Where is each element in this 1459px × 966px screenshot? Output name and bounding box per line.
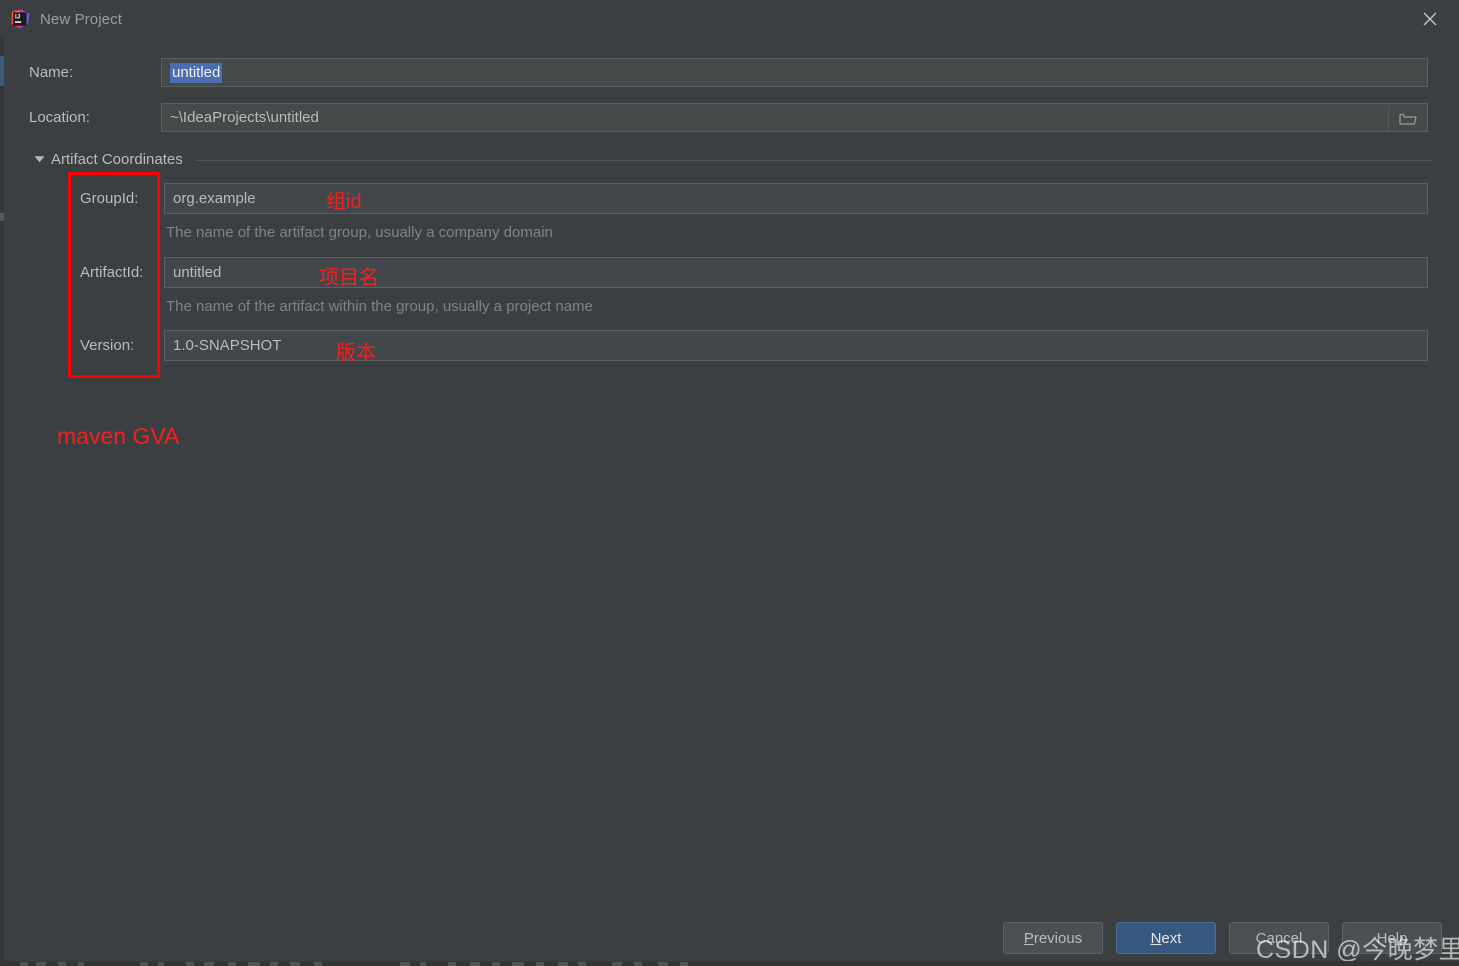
artifactid-hint: The name of the artifact within the grou… [166, 298, 593, 315]
annotation-groupid: 组id [326, 191, 362, 213]
window-title: New Project [40, 10, 122, 28]
version-label: Version: [80, 337, 135, 354]
artifactid-label: ArtifactId: [80, 264, 144, 281]
cancel-button[interactable]: Cancel [1229, 922, 1329, 954]
folder-icon[interactable] [1388, 105, 1426, 131]
title-bar: IJ New Project [0, 0, 1459, 38]
artifact-coordinates-title: Artifact Coordinates [51, 150, 183, 168]
previous-button-label: Previous [1023, 929, 1083, 947]
help-button-label: Help [1376, 929, 1408, 947]
groupid-hint: The name of the artifact group, usually … [166, 224, 553, 241]
svg-text:IJ: IJ [15, 14, 21, 21]
group-separator [194, 159, 1432, 161]
name-input-value: untitled [170, 62, 223, 83]
name-label: Name: [29, 64, 74, 81]
window-left-edge [0, 38, 4, 966]
help-button[interactable]: Help [1342, 922, 1442, 954]
groupid-label: GroupId: [80, 190, 139, 207]
location-input[interactable]: ~\IdeaProjects\untitled [161, 103, 1428, 132]
previous-button[interactable]: Previous [1003, 922, 1103, 954]
groupid-input-value: org.example [173, 190, 256, 207]
name-input[interactable]: untitled [161, 58, 1428, 87]
chevron-down-icon[interactable] [32, 152, 46, 166]
close-icon[interactable] [1401, 0, 1459, 38]
new-project-dialog: IJ New Project Name: untitled Location: … [0, 0, 1459, 966]
cancel-button-label: Cancel [1255, 929, 1303, 947]
annotation-artifactid: 项目名 [319, 267, 379, 289]
location-input-value: ~\IdeaProjects\untitled [170, 109, 319, 126]
next-button[interactable]: Next [1116, 922, 1216, 954]
artifact-coordinates-header[interactable]: Artifact Coordinates [32, 149, 1432, 169]
next-button-label: Next [1150, 929, 1182, 947]
intellij-idea-icon: IJ [10, 9, 30, 29]
annotation-version: 版本 [336, 342, 376, 364]
location-label: Location: [29, 109, 90, 126]
version-input-value: 1.0-SNAPSHOT [173, 337, 282, 354]
artifactid-input-value: untitled [173, 264, 222, 281]
annotation-maven-gva: maven GVA [57, 423, 180, 449]
bottom-taskbar-sliver [0, 961, 1459, 966]
